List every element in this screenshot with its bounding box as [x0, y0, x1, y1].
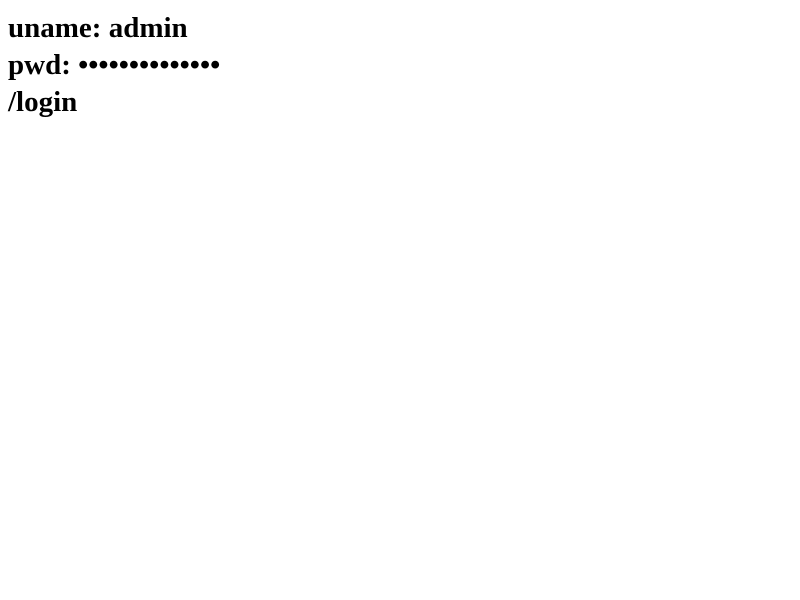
username-line: uname: admin	[8, 12, 188, 44]
login-path-line: /login	[8, 86, 78, 118]
page-content: uname: admin pwd: •••••••••••••• /login	[0, 0, 800, 131]
password-line: pwd: ••••••••••••••	[8, 49, 221, 81]
